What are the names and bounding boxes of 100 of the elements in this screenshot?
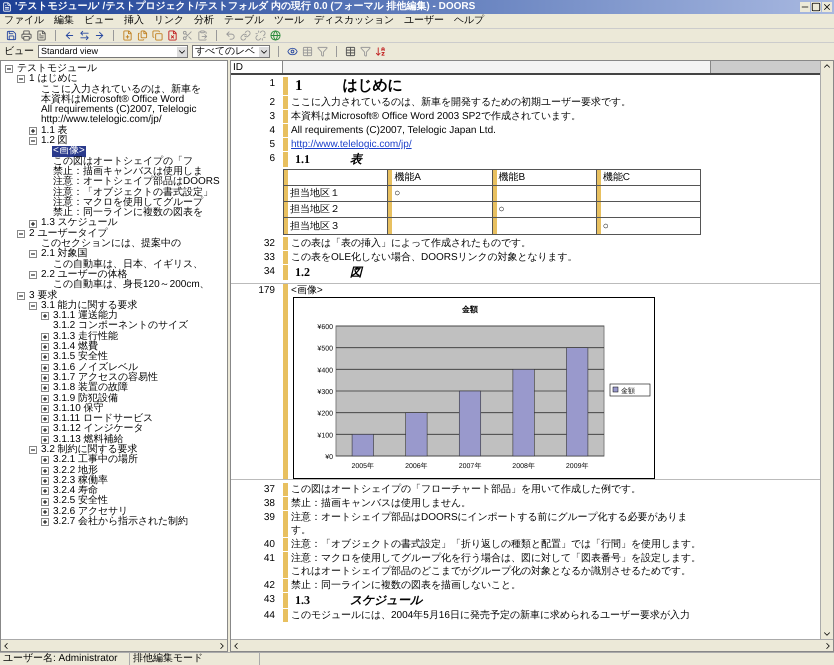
collapse-icon[interactable] [29, 271, 37, 280]
menu-item[interactable]: テーブル [224, 15, 264, 27]
dropdown-icon[interactable] [177, 46, 187, 56]
expand-icon[interactable] [41, 487, 49, 496]
menu-item[interactable]: 編集 [54, 15, 74, 27]
tree-item[interactable]: 3.2.2 地形 [52, 466, 100, 476]
add-page-icon[interactable] [122, 30, 133, 41]
tree-item[interactable]: 3.1.2 コンポーネントのサイズ [52, 321, 190, 332]
print-icon[interactable] [21, 30, 32, 41]
tree-item[interactable]: 3.1.6 ノイズレベル [52, 362, 140, 373]
pages-icon[interactable] [137, 30, 148, 41]
menu-item[interactable]: ツール [274, 15, 304, 27]
right-arrow-icon[interactable] [94, 30, 105, 41]
collapse-icon[interactable] [17, 75, 25, 84]
collapse-icon[interactable] [5, 65, 13, 74]
expand-icon[interactable] [41, 466, 49, 475]
expand-icon[interactable] [41, 343, 49, 352]
maximize-icon[interactable] [811, 2, 821, 12]
level-dropdown[interactable]: すべてのレベ [192, 45, 270, 58]
dropdown-icon[interactable] [259, 46, 269, 56]
tree-item[interactable]: 本資料はMicrosoft® Office Word [40, 94, 186, 106]
tree-item[interactable]: 1 はじめに [28, 74, 78, 85]
tree-item[interactable]: 2 ユーザータイプ [28, 228, 108, 240]
tree-item[interactable]: 1.2 図 [40, 136, 69, 146]
expand-icon[interactable] [41, 384, 49, 392]
copy-icon[interactable] [152, 30, 163, 41]
menu-item[interactable]: ヘルプ [454, 15, 484, 27]
tree-item[interactable]: 3.1.11 ロードサービス [52, 414, 154, 424]
horizontal-scrollbar[interactable] [231, 639, 833, 651]
expand-icon[interactable] [41, 312, 49, 320]
horizontal-scrollbar[interactable] [1, 639, 227, 651]
expand-icon[interactable] [29, 220, 37, 228]
expand-icon[interactable] [41, 508, 49, 516]
tree-item[interactable]: この自動車は、日本、イギリス、 [52, 260, 204, 270]
expand-icon[interactable] [41, 332, 49, 341]
tree-item[interactable]: 3.1.10 保守 [52, 404, 105, 414]
minimize-icon[interactable] [800, 2, 810, 12]
tree-item[interactable]: 3.1.5 安全性 [52, 352, 110, 363]
menu-item[interactable]: リンク [154, 15, 184, 27]
view-dropdown[interactable]: Standard view [38, 45, 188, 58]
menu-item[interactable]: 分析 [194, 15, 214, 27]
tree-item[interactable]: 1.3 スケジュール [40, 218, 119, 229]
expand-icon[interactable] [29, 126, 37, 135]
two-way-arrow-icon[interactable] [79, 30, 90, 41]
save-icon[interactable] [6, 30, 17, 41]
link[interactable]: http://www.telelogic.com/jp/ [291, 138, 412, 151]
grid-icon[interactable] [345, 46, 356, 57]
collapse-icon[interactable] [29, 250, 37, 258]
tree-item[interactable]: 3.1.1 運送能力 [52, 311, 120, 322]
tree-item[interactable]: ここに入力されているのは、新車を [40, 84, 202, 95]
tree-item[interactable]: 3.1.9 防犯設備 [52, 394, 120, 404]
tree-item[interactable]: 3.1.12 インジケータ [52, 424, 145, 435]
tree-item[interactable]: 1.1 表 [40, 126, 69, 136]
expand-icon[interactable] [41, 498, 49, 506]
expand-icon[interactable] [41, 374, 49, 382]
tree-item[interactable]: 注意：「オブジェクトの書式設定」 [52, 188, 214, 198]
expand-icon[interactable] [41, 456, 49, 464]
tree-item[interactable]: 3.1.8 装置の故障 [52, 383, 130, 394]
expand-icon[interactable] [41, 477, 49, 486]
collapse-icon[interactable] [17, 230, 25, 238]
tree-item[interactable]: http://www.telelogic.com/jp/ [40, 115, 163, 126]
menu-item[interactable]: ディスカッション [314, 15, 394, 27]
left-arrow-icon[interactable] [64, 30, 75, 41]
collapse-icon[interactable] [29, 137, 37, 146]
menu-item[interactable]: ビュー [84, 15, 114, 27]
tree-item[interactable]: 禁止：同一ラインに複数の図表を [52, 208, 204, 218]
expand-icon[interactable] [41, 518, 49, 526]
globe-icon[interactable] [270, 30, 281, 41]
delete-page-icon[interactable] [167, 30, 178, 41]
expand-icon[interactable] [41, 394, 49, 403]
tree-item[interactable]: テストモジュール [16, 64, 98, 74]
tree-item[interactable]: 3.1 能力に関する要求 [40, 300, 139, 312]
expand-icon[interactable] [41, 415, 49, 424]
tree-item[interactable]: 注意：オートシェイプ部品はDOORS [52, 177, 221, 188]
collapse-icon[interactable] [29, 446, 37, 454]
document-icon[interactable] [36, 30, 47, 41]
tree-item[interactable]: 3.1.13 燃料補給 [52, 434, 125, 445]
expand-icon[interactable] [41, 426, 49, 434]
tree-item[interactable]: All requirements (C)2007, Telelogic [40, 105, 198, 116]
sort-icon[interactable] [375, 46, 386, 57]
collapse-icon[interactable] [17, 292, 25, 300]
tree-item[interactable]: 3 要求 [28, 290, 58, 301]
tree-item[interactable]: 3.2.3 稼働率 [52, 476, 110, 486]
expand-icon[interactable] [41, 404, 49, 413]
expand-icon[interactable] [41, 364, 49, 372]
tree-item[interactable]: 3.2.1 工事中の場所 [52, 455, 140, 466]
tree-item[interactable]: 2.1 対象国 [40, 249, 89, 260]
expand-icon[interactable] [41, 353, 49, 362]
tree-item[interactable]: 3.2.5 安全性 [52, 496, 110, 507]
vertical-scrollbar[interactable] [820, 61, 833, 639]
menu-item[interactable]: 挿入 [124, 15, 144, 27]
tree-item[interactable]: この自動車は、身長120～200cm、 [52, 280, 211, 291]
tree-item[interactable]: この図はオートシェイプの「フ [52, 156, 194, 167]
expand-icon[interactable] [41, 436, 49, 444]
menu-item[interactable]: ファイル [4, 15, 44, 27]
menu-item[interactable]: ユーザー [404, 15, 444, 27]
collapse-icon[interactable] [29, 302, 37, 310]
eye-icon[interactable] [287, 46, 298, 57]
close-icon[interactable] [822, 2, 832, 12]
tree-item[interactable]: 3.2.7 会社から指示された制約 [52, 517, 190, 528]
